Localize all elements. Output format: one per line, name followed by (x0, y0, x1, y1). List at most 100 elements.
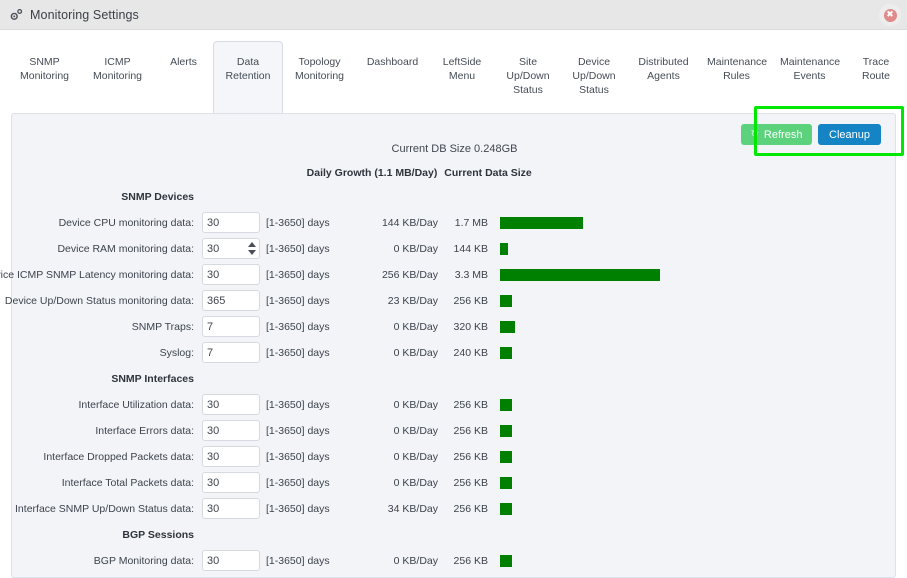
row-label: SNMP Traps: (131, 321, 194, 333)
panel-actions: ↻ Refresh Cleanup (741, 124, 881, 145)
current-data-size-value: 320 KB (453, 321, 488, 333)
retention-row: Device Up/Down Status monitoring data: [1… (4, 288, 897, 314)
daily-growth-value: 0 KB/Day (393, 451, 438, 463)
range-hint: [1-3650] days (266, 503, 330, 515)
retention-row: Device RAM monitoring data: [1-3650] days… (12, 236, 897, 262)
row-label: Interface Total Packets data: (61, 477, 194, 489)
retention-days-field (202, 472, 260, 493)
retention-days-input[interactable] (202, 212, 260, 233)
retention-days-field (202, 420, 260, 441)
range-hint: [1-3650] days (266, 555, 330, 567)
current-data-size-value: 240 KB (453, 347, 488, 359)
retention-days-input[interactable] (202, 264, 260, 285)
daily-growth-value: 144 KB/Day (381, 217, 438, 229)
retention-days-input[interactable] (202, 420, 260, 441)
retention-days-field (202, 342, 260, 363)
retention-row: Device ICMP SNMP Latency monitoring data… (0, 262, 897, 288)
tab-distributed-agents[interactable]: Distributed Agents (627, 41, 700, 114)
retention-days-field (202, 550, 260, 571)
retention-days-input[interactable] (202, 550, 260, 571)
daily-growth-value: 0 KB/Day (393, 321, 438, 333)
retention-days-input[interactable] (202, 316, 260, 337)
current-data-size-value: 1.7 MB (454, 217, 488, 229)
range-hint: [1-3650] days (266, 217, 330, 229)
retention-days-input[interactable] (202, 342, 260, 363)
retention-days-input[interactable] (202, 472, 260, 493)
retention-row: SNMP Traps: [1-3650] days 0 KB/Day 320 KB (12, 314, 897, 340)
retention-row: Interface Errors data: [1-3650] days 0 KB/… (12, 418, 897, 444)
retention-days-input[interactable] (202, 498, 260, 519)
retention-days-input[interactable] (202, 394, 260, 415)
data-size-bar (500, 269, 660, 281)
tab-data-retention[interactable]: Data Retention (213, 41, 283, 114)
retention-days-input[interactable] (202, 290, 260, 311)
retention-days-input[interactable] (202, 446, 260, 467)
tab-snmp-monitoring[interactable]: SNMP Monitoring (8, 41, 81, 114)
refresh-button[interactable]: ↻ Refresh (741, 124, 812, 145)
retention-days-field (202, 446, 260, 467)
close-icon[interactable]: ✖ (879, 4, 901, 26)
monitoring-settings-window: Monitoring Settings ✖ SNMP Monitoring ICM… (0, 0, 907, 578)
data-size-bar-cell (500, 444, 512, 470)
tab-maintenance-rules[interactable]: Maintenance Rules (700, 41, 773, 114)
data-size-bar-cell (500, 288, 512, 314)
daily-growth-value: 256 KB/Day (381, 269, 438, 281)
data-size-bar-cell (500, 496, 512, 522)
data-size-bar (500, 555, 512, 567)
tab-dashboard[interactable]: Dashboard (356, 41, 429, 114)
tab-topology-monitoring[interactable]: Topology Monitoring (283, 41, 356, 114)
range-hint: [1-3650] days (266, 425, 330, 437)
tab-strip: SNMP Monitoring ICMP Monitoring Alerts Data… (0, 31, 907, 114)
cleanup-button[interactable]: Cleanup (818, 124, 881, 145)
data-size-bar-cell (500, 418, 512, 444)
row-label: Interface Dropped Packets data: (43, 451, 194, 463)
group-title-label: BGP Sessions (122, 529, 194, 541)
retention-days-field (202, 394, 260, 415)
refresh-button-label: Refresh (763, 128, 803, 141)
tab-alerts[interactable]: Alerts (154, 41, 213, 114)
data-size-bar (500, 503, 512, 515)
tab-trace-route[interactable]: Trace Route (846, 41, 906, 114)
tab-leftside-menu[interactable]: LeftSide Menu (429, 41, 495, 114)
window-title: Monitoring Settings (30, 7, 139, 22)
daily-growth-value: 0 KB/Day (393, 477, 438, 489)
daily-growth-value: 0 KB/Day (393, 425, 438, 437)
tab-icmp-monitoring[interactable]: ICMP Monitoring (81, 41, 154, 114)
retention-days-field (202, 238, 260, 259)
current-data-size-value: 256 KB (453, 425, 488, 437)
range-hint: [1-3650] days (266, 295, 330, 307)
tab-list: SNMP Monitoring ICMP Monitoring Alerts Data… (8, 41, 906, 114)
tab-site-up-down-status[interactable]: Site Up/Down Status (495, 41, 561, 114)
row-label: Device RAM monitoring data: (57, 243, 194, 255)
group-title: SNMP Interfaces (12, 366, 897, 392)
cleanup-button-label: Cleanup (829, 128, 870, 141)
range-hint: [1-3650] days (266, 269, 330, 281)
range-hint: [1-3650] days (266, 243, 330, 255)
data-size-bar-cell (500, 236, 508, 262)
range-hint: [1-3650] days (266, 347, 330, 359)
data-size-bar (500, 295, 512, 307)
tab-device-up-down-status[interactable]: Device Up/Down Status (561, 41, 627, 114)
row-label: Syslog: (159, 347, 194, 359)
daily-growth-value: 0 KB/Day (393, 347, 438, 359)
retention-row: Device CPU monitoring data: [1-3650] days… (12, 210, 897, 236)
retention-row: Interface Utilization data: [1-3650] days… (12, 392, 897, 418)
data-size-bar-cell (500, 548, 512, 574)
tab-maintenance-events[interactable]: Maintenance Events (773, 41, 846, 114)
number-stepper[interactable] (247, 240, 256, 257)
retention-row: Interface Total Packets data: [1-3650] da… (12, 470, 897, 496)
row-label: Device Up/Down Status monitoring data: (4, 295, 194, 307)
data-size-bar-cell (500, 470, 512, 496)
window-titlebar: Monitoring Settings ✖ (0, 0, 907, 30)
row-label: Interface SNMP Up/Down Status data: (15, 503, 194, 515)
data-size-bar (500, 425, 512, 437)
daily-growth-value: 23 KB/Day (387, 295, 438, 307)
data-size-bar-cell (500, 210, 583, 236)
current-data-size-value: 256 KB (453, 295, 488, 307)
data-size-bar-cell (500, 314, 515, 340)
current-data-size-value: 256 KB (453, 555, 488, 567)
column-header-daily-growth: Daily Growth (1.1 MB/Day) (306, 167, 438, 179)
row-label: BGP Monitoring data: (93, 555, 194, 567)
range-hint: [1-3650] days (266, 477, 330, 489)
range-hint: [1-3650] days (266, 321, 330, 333)
